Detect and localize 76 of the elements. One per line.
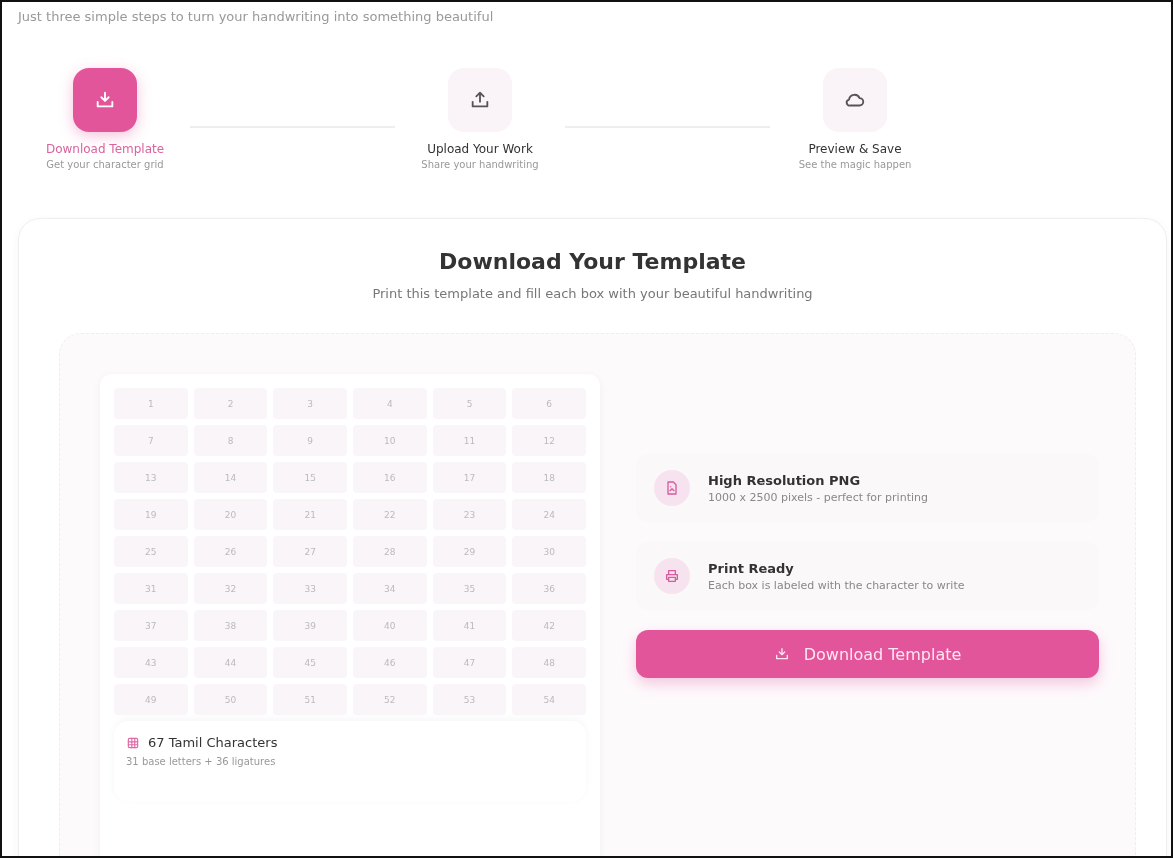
grid-cell: 41	[432, 610, 507, 641]
grid-cell: 35	[432, 573, 507, 604]
grid-cell: 14	[193, 462, 268, 493]
grid-cell: 38	[193, 610, 268, 641]
grid-cell: 20	[193, 499, 268, 530]
grid-cell: 23	[432, 499, 507, 530]
step-title: Preview & Save	[808, 142, 902, 156]
grid-cell: 24	[512, 499, 586, 530]
step-title: Upload Your Work	[427, 142, 533, 156]
feature-title: High Resolution PNG	[708, 472, 862, 488]
feature-description: Each box is labeled with the character to write	[708, 578, 965, 592]
grid-cell: 9	[273, 425, 347, 456]
download-icon	[773, 646, 790, 662]
section-title: Download Your Template	[438, 249, 747, 274]
grid-cell: 44	[193, 647, 268, 678]
grid-cell: 21	[273, 499, 347, 530]
grid-cell: 13	[114, 462, 188, 493]
grid-cell: 34	[353, 573, 427, 604]
grid-cell: 46	[353, 647, 427, 678]
intro-text: Just three simple steps to turn your handwriting into something beautiful	[18, 10, 495, 24]
step-title: Download Template	[45, 142, 165, 156]
grid-cell: 33	[273, 573, 347, 604]
grid-cell: 2	[193, 388, 268, 419]
section-subtitle: Print this template and fill each box with your beautiful handwriting	[371, 286, 814, 301]
grid-cell: 49	[114, 684, 188, 715]
grid-cell: 16	[353, 462, 427, 493]
grid-cell: 6	[512, 388, 586, 419]
grid-cell: 52	[353, 684, 427, 715]
grid-cell: 28	[353, 536, 427, 567]
printer-icon	[664, 568, 680, 584]
grid-cell: 31	[114, 573, 188, 604]
grid-cell: 19	[114, 499, 188, 530]
grid-cell: 53	[432, 684, 507, 715]
grid-cell: 54	[512, 684, 586, 715]
grid-cell: 5	[432, 388, 507, 419]
grid-cell: 4	[353, 388, 427, 419]
step-subtitle: Get your character grid	[46, 159, 164, 170]
grid-cell: 22	[353, 499, 427, 530]
grid-cell: 39	[273, 610, 347, 641]
grid-cell: 47	[432, 647, 507, 678]
grid-cell: 1	[114, 388, 188, 419]
grid-cell: 8	[193, 425, 268, 456]
grid-cell: 7	[114, 425, 188, 456]
image-file-icon	[664, 480, 680, 496]
step-subtitle: Share your handwriting	[421, 159, 539, 170]
grid-cell: 27	[273, 536, 347, 567]
grid-cell: 15	[273, 462, 347, 493]
grid-cell: 40	[353, 610, 427, 641]
grid-cell: 26	[193, 536, 268, 567]
download-button[interactable]: Download Template	[636, 630, 1099, 678]
info-title: 67 Tamil Characters	[148, 735, 278, 750]
grid-cell: 10	[353, 425, 427, 456]
step-button[interactable]	[448, 68, 512, 132]
grid-icon	[126, 735, 140, 750]
step-button[interactable]	[73, 68, 137, 132]
feature-title: Print Ready	[708, 560, 795, 576]
info-subtitle: 31 base letters + 36 ligatures	[126, 756, 277, 767]
grid-cell: 11	[432, 425, 507, 456]
grid-cell: 43	[114, 647, 188, 678]
grid-cell: 32	[193, 573, 268, 604]
grid-cell: 50	[193, 684, 268, 715]
grid-cell: 36	[512, 573, 586, 604]
grid-cell: 3	[273, 388, 347, 419]
grid-cell: 17	[432, 462, 507, 493]
step-subtitle: See the magic happen	[798, 159, 912, 170]
grid-cell: 37	[114, 610, 188, 641]
grid-cell: 51	[273, 684, 347, 715]
grid-cell: 25	[114, 536, 188, 567]
grid-cell: 45	[273, 647, 347, 678]
step-button[interactable]	[823, 68, 887, 132]
grid-cell: 48	[512, 647, 586, 678]
grid-cell: 12	[512, 425, 586, 456]
grid-cell: 18	[512, 462, 586, 493]
feature-description: 1000 x 2500 pixels - perfect for printing	[708, 490, 928, 504]
grid-cell: 29	[432, 536, 507, 567]
grid-cell: 42	[512, 610, 586, 641]
